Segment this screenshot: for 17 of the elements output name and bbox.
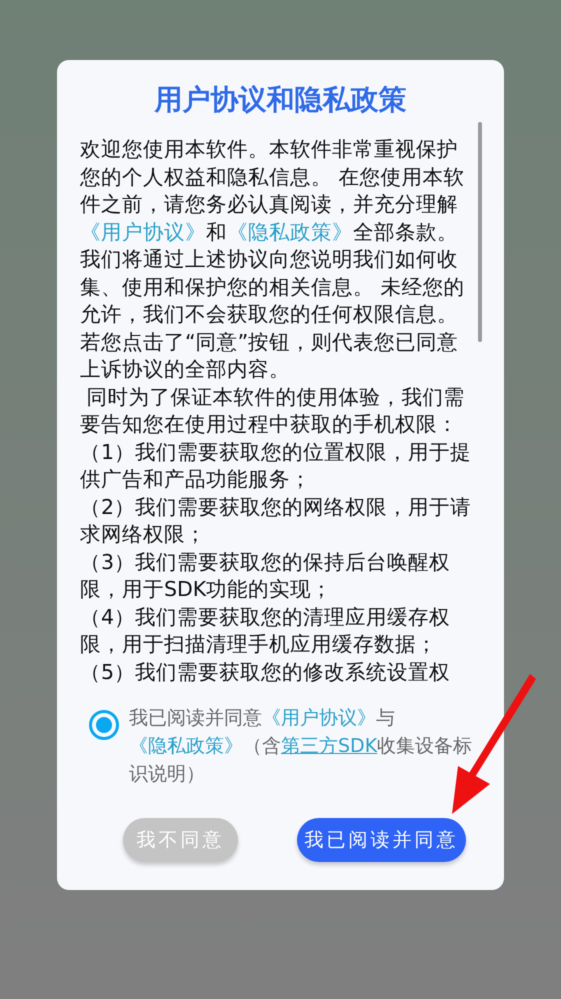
agree-button[interactable]: 我已阅读并同意 bbox=[297, 818, 466, 862]
dialog-title: 用户协议和隐私政策 bbox=[154, 82, 406, 118]
agreement-text: （1）我们需要获取您的位置权限，用于提供广告和产品功能服务； bbox=[80, 438, 472, 493]
policy-link[interactable]: 《用户协议》 bbox=[80, 220, 206, 244]
disagree-button[interactable]: 我不同意 bbox=[123, 818, 238, 862]
consent-text: 我已阅读并同意《用户协议》与 《隐私政策》（含第三方SDK收集设备标识说明） bbox=[129, 706, 474, 787]
agreement-text: （5）我们需要获取您的修改系统设置权 bbox=[80, 658, 452, 686]
radio-button[interactable] bbox=[89, 710, 119, 740]
policy-link[interactable]: 《隐私政策》 bbox=[129, 735, 243, 757]
policy-link[interactable]: 《用户协议》 bbox=[262, 707, 376, 729]
sdk-link[interactable]: 第三方SDK bbox=[281, 735, 378, 757]
agreement-text: （3）我们需要获取您的保持后台唤醒权限，用于SDK功能的实现； bbox=[80, 548, 452, 603]
agreement-text: 同时为了保证本软件的使用体验，我们需要告知您在使用过程中获取的手机权限： bbox=[80, 384, 466, 438]
agreement-text: （2）我们需要获取您的网络权限，用于请求网络权限； bbox=[80, 494, 472, 548]
policy-link[interactable]: 《隐私政策》 bbox=[227, 220, 353, 244]
agreement-text: 欢迎您使用本软件。本软件非常重视保护您的个人权益和隐私信息。 在您使用本软件之前，请您务必认真阅读，并充分理解 《用户协议》和《隐私政策》全部条款。我们将通过上述协议向您说明我们如何收集、使用和保护您的相关信息。 未经您的允许，我们不会获取您的任何权限信息。若您点击了“同意”按钮，则代表您已同意上诉协议的全部内容。 bbox=[80, 136, 466, 383]
agreement-text: （4）我们需要获取您的清理应用缓存权限，用于扫描清理手机应用缓存数据； bbox=[80, 604, 452, 658]
